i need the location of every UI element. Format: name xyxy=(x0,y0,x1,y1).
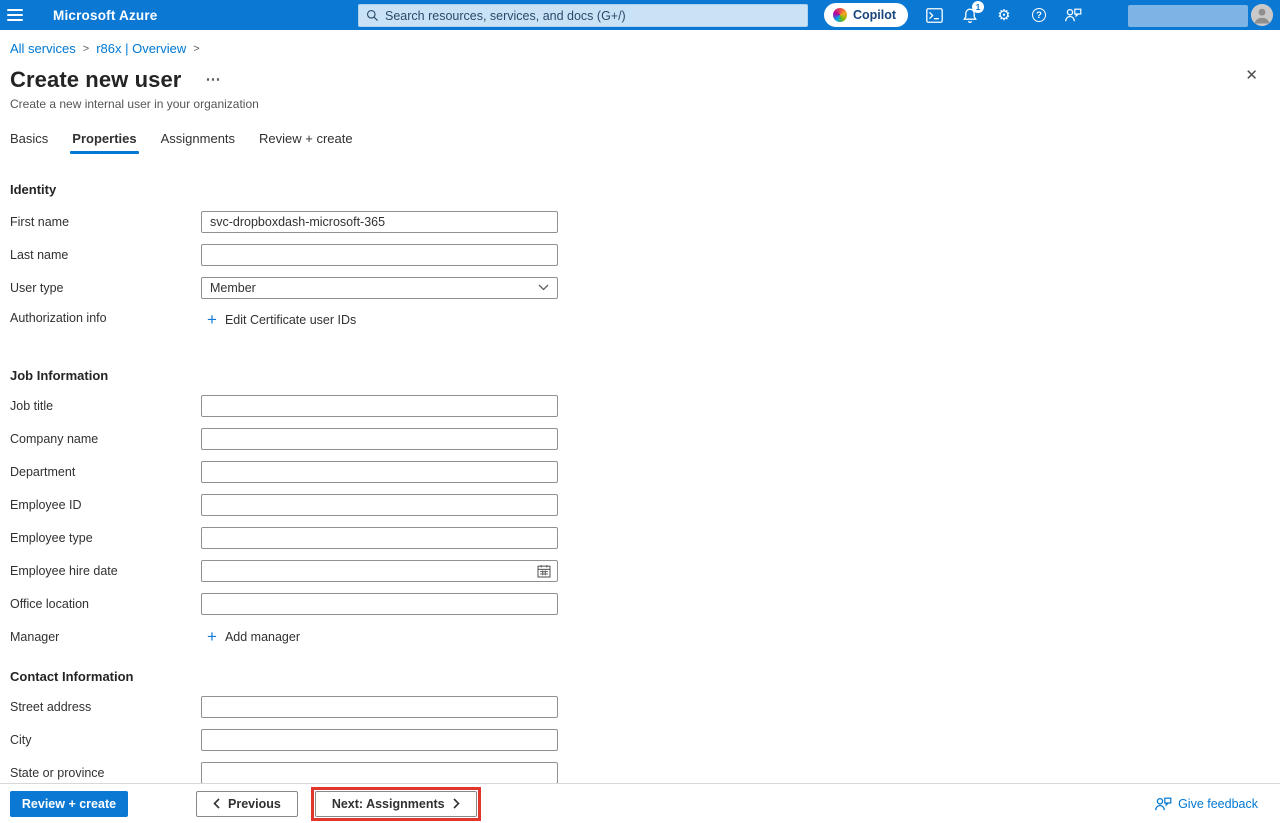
search-input[interactable] xyxy=(385,9,800,23)
plus-icon: + xyxy=(207,630,217,644)
tab-review-create[interactable]: Review + create xyxy=(259,131,353,154)
employee-type-field[interactable] xyxy=(201,527,558,549)
top-bar: Microsoft Azure Copilot 1 ⚙ ? xyxy=(0,0,1280,30)
authorization-info-label: Authorization info xyxy=(10,304,201,325)
chevron-right-icon: > xyxy=(83,43,89,55)
chevron-right-icon: > xyxy=(193,43,199,55)
company-name-field[interactable] xyxy=(201,428,558,450)
form-row: Office location xyxy=(10,587,1270,620)
review-create-button[interactable]: Review + create xyxy=(10,791,128,817)
cloud-shell-icon[interactable] xyxy=(924,5,944,25)
employee-id-label: Employee ID xyxy=(10,498,201,512)
feedback-icon[interactable] xyxy=(1063,5,1083,25)
state-province-field[interactable] xyxy=(201,762,558,784)
employee-type-label: Employee type xyxy=(10,531,201,545)
edit-certificate-user-ids-link[interactable]: + Edit Certificate user IDs xyxy=(207,313,356,327)
tab-assignments[interactable]: Assignments xyxy=(161,131,235,154)
hamburger-menu-icon[interactable] xyxy=(6,7,24,23)
breadcrumb-all-services[interactable]: All services xyxy=(10,41,76,56)
city-label: City xyxy=(10,733,201,747)
first-name-label: First name xyxy=(10,215,201,229)
page-title: Create new user xyxy=(10,67,181,93)
page-subtitle: Create a new internal user in your organ… xyxy=(10,97,1270,111)
form-row: Manager + Add manager xyxy=(10,620,1270,653)
main-content: All services > r86x | Overview > Create … xyxy=(0,30,1280,783)
tab-properties[interactable]: Properties xyxy=(72,131,136,154)
chevron-down-icon xyxy=(538,284,549,291)
form-row: Employee hire date xyxy=(10,554,1270,587)
department-label: Department xyxy=(10,465,201,479)
form-row: Employee type xyxy=(10,521,1270,554)
last-name-field[interactable] xyxy=(201,244,558,266)
employee-id-field[interactable] xyxy=(201,494,558,516)
form-row: User type Member xyxy=(10,271,1270,304)
form-row: Street address xyxy=(10,690,1270,723)
form-row: State or province xyxy=(10,756,1270,783)
street-address-field[interactable] xyxy=(201,696,558,718)
footer-bar: Review + create Previous Next: Assignmen… xyxy=(0,783,1280,823)
breadcrumb: All services > r86x | Overview > xyxy=(10,41,1270,56)
last-name-label: Last name xyxy=(10,248,201,262)
chevron-left-icon xyxy=(213,798,220,809)
form-row: Job title xyxy=(10,389,1270,422)
form-row: Authorization info + Edit Certificate us… xyxy=(10,304,1270,344)
form-row: Employee ID xyxy=(10,488,1270,521)
employee-hire-date-field[interactable] xyxy=(201,560,558,582)
help-icon[interactable]: ? xyxy=(1029,5,1049,25)
calendar-icon[interactable] xyxy=(537,564,551,578)
azure-portal-window: Microsoft Azure Copilot 1 ⚙ ? All s xyxy=(0,0,1280,823)
user-type-dropdown[interactable]: Member xyxy=(201,277,558,299)
office-location-label: Office location xyxy=(10,597,201,611)
notification-badge: 1 xyxy=(972,1,984,13)
job-title-label: Job title xyxy=(10,399,201,413)
close-icon[interactable]: ✕ xyxy=(1245,68,1258,83)
section-title-job: Job Information xyxy=(10,368,1270,383)
form-row: Last name xyxy=(10,238,1270,271)
form-row: Company name xyxy=(10,422,1270,455)
form-row: Department xyxy=(10,455,1270,488)
more-options-icon[interactable]: ⋯ xyxy=(205,75,221,85)
account-avatar[interactable] xyxy=(1251,4,1273,26)
plus-icon: + xyxy=(207,313,217,327)
form-row: First name xyxy=(10,205,1270,238)
previous-button[interactable]: Previous xyxy=(196,791,298,817)
chevron-right-icon xyxy=(453,798,460,809)
breadcrumb-resource[interactable]: r86x | Overview xyxy=(96,41,186,56)
next-assignments-button[interactable]: Next: Assignments xyxy=(315,791,477,817)
copilot-icon xyxy=(833,8,847,22)
feedback-icon xyxy=(1154,796,1172,812)
add-manager-link[interactable]: + Add manager xyxy=(207,630,300,644)
tab-basics[interactable]: Basics xyxy=(10,131,48,154)
section-title-identity: Identity xyxy=(10,182,1270,197)
annotation-highlight-box: Next: Assignments xyxy=(311,787,481,821)
user-type-value: Member xyxy=(210,281,256,295)
account-info-redacted xyxy=(1128,5,1248,27)
form-row: City xyxy=(10,723,1270,756)
global-search[interactable] xyxy=(358,4,808,27)
settings-gear-icon[interactable]: ⚙ xyxy=(994,5,1014,25)
first-name-field[interactable] xyxy=(201,211,558,233)
department-field[interactable] xyxy=(201,461,558,483)
company-name-label: Company name xyxy=(10,432,201,446)
notifications-bell-icon[interactable]: 1 xyxy=(960,5,980,25)
section-title-contact: Contact Information xyxy=(10,669,1270,684)
user-type-label: User type xyxy=(10,281,201,295)
search-icon xyxy=(366,9,379,22)
copilot-button[interactable]: Copilot xyxy=(824,3,908,27)
city-field[interactable] xyxy=(201,729,558,751)
manager-label: Manager xyxy=(10,630,201,644)
job-title-field[interactable] xyxy=(201,395,558,417)
employee-hire-date-label: Employee hire date xyxy=(10,564,201,578)
give-feedback-link[interactable]: Give feedback xyxy=(1154,796,1258,812)
street-address-label: Street address xyxy=(10,700,201,714)
state-province-label: State or province xyxy=(10,766,201,780)
product-title: Microsoft Azure xyxy=(53,0,158,30)
office-location-field[interactable] xyxy=(201,593,558,615)
wizard-tabs: Basics Properties Assignments Review + c… xyxy=(10,131,1270,154)
